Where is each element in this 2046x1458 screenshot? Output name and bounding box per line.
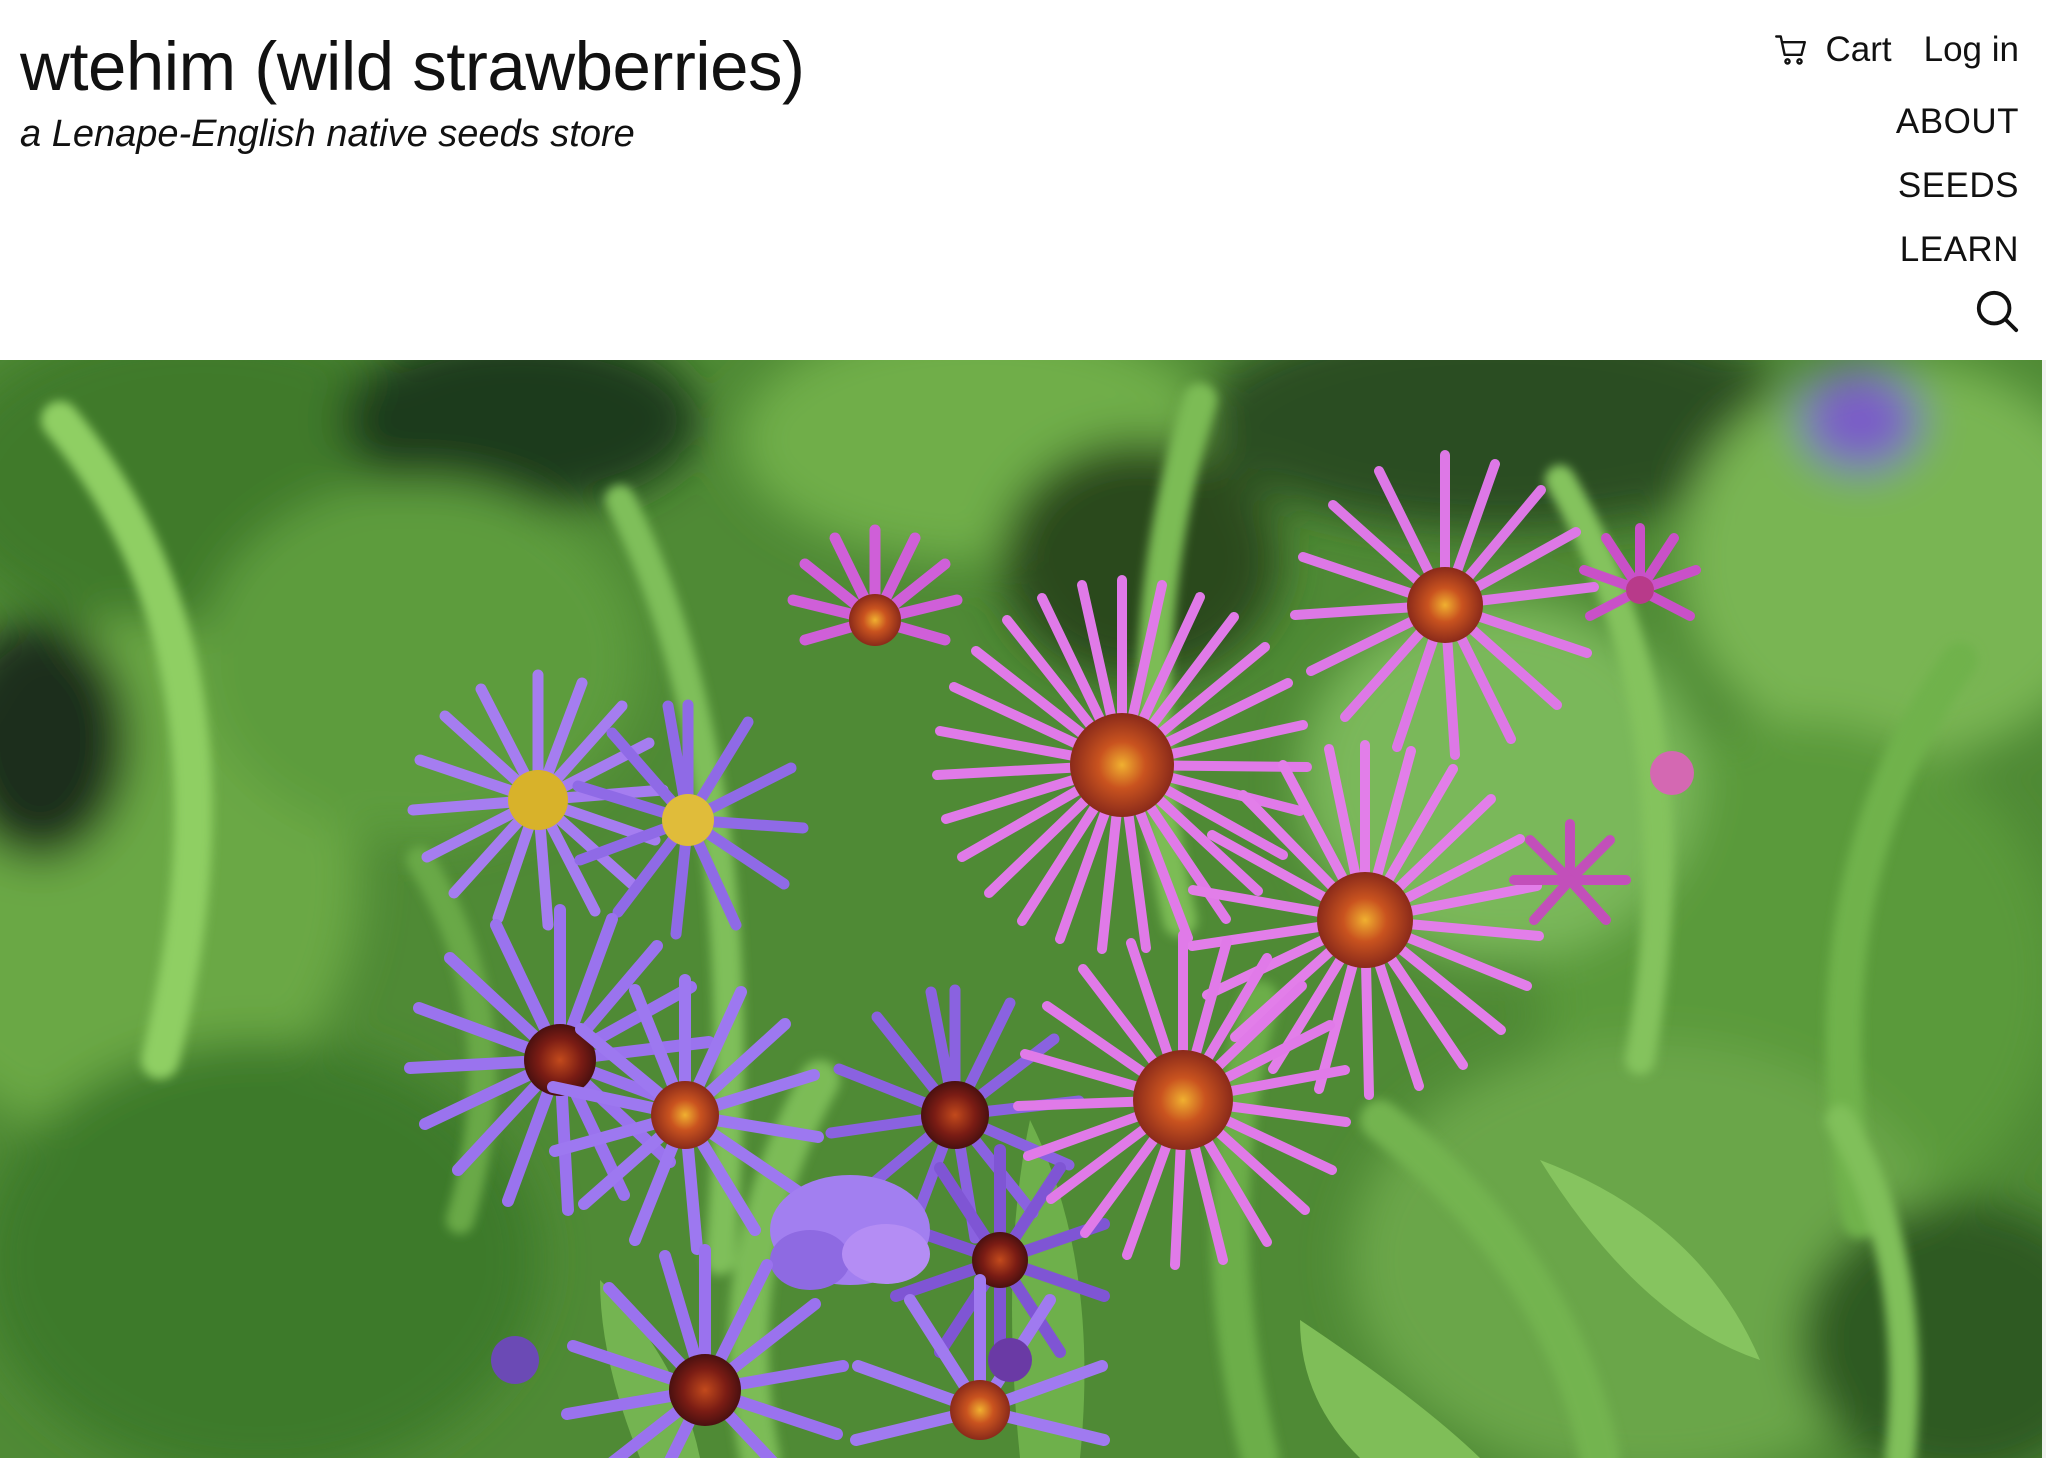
brand: wtehim (wild strawberries) a Lenape-Engl… xyxy=(20,24,805,158)
cart-link[interactable]: Cart xyxy=(1774,24,1892,76)
page: wtehim (wild strawberries) a Lenape-Engl… xyxy=(0,0,2046,1458)
site-tagline: a Lenape-English native seeds store xyxy=(20,113,635,155)
hero-image xyxy=(0,360,2042,1458)
main-nav: ABOUT SEEDS LEARN xyxy=(1896,90,2019,282)
search-button[interactable] xyxy=(1974,288,2020,334)
cart-label: Cart xyxy=(1825,30,1892,69)
nav-item-learn[interactable]: LEARN xyxy=(1900,218,2019,282)
login-link[interactable]: Log in xyxy=(1924,24,2019,76)
search-icon xyxy=(1976,290,2019,333)
cart-icon xyxy=(1774,32,1810,68)
site-header: wtehim (wild strawberries) a Lenape-Engl… xyxy=(0,0,2046,360)
nav-item-about[interactable]: ABOUT xyxy=(1896,90,2019,154)
page-scrollbar-track[interactable] xyxy=(2042,360,2046,1458)
account-links: Cart Log in xyxy=(1774,24,2019,76)
site-title[interactable]: wtehim (wild strawberries) xyxy=(20,24,805,110)
nav-item-seeds[interactable]: SEEDS xyxy=(1898,154,2019,218)
